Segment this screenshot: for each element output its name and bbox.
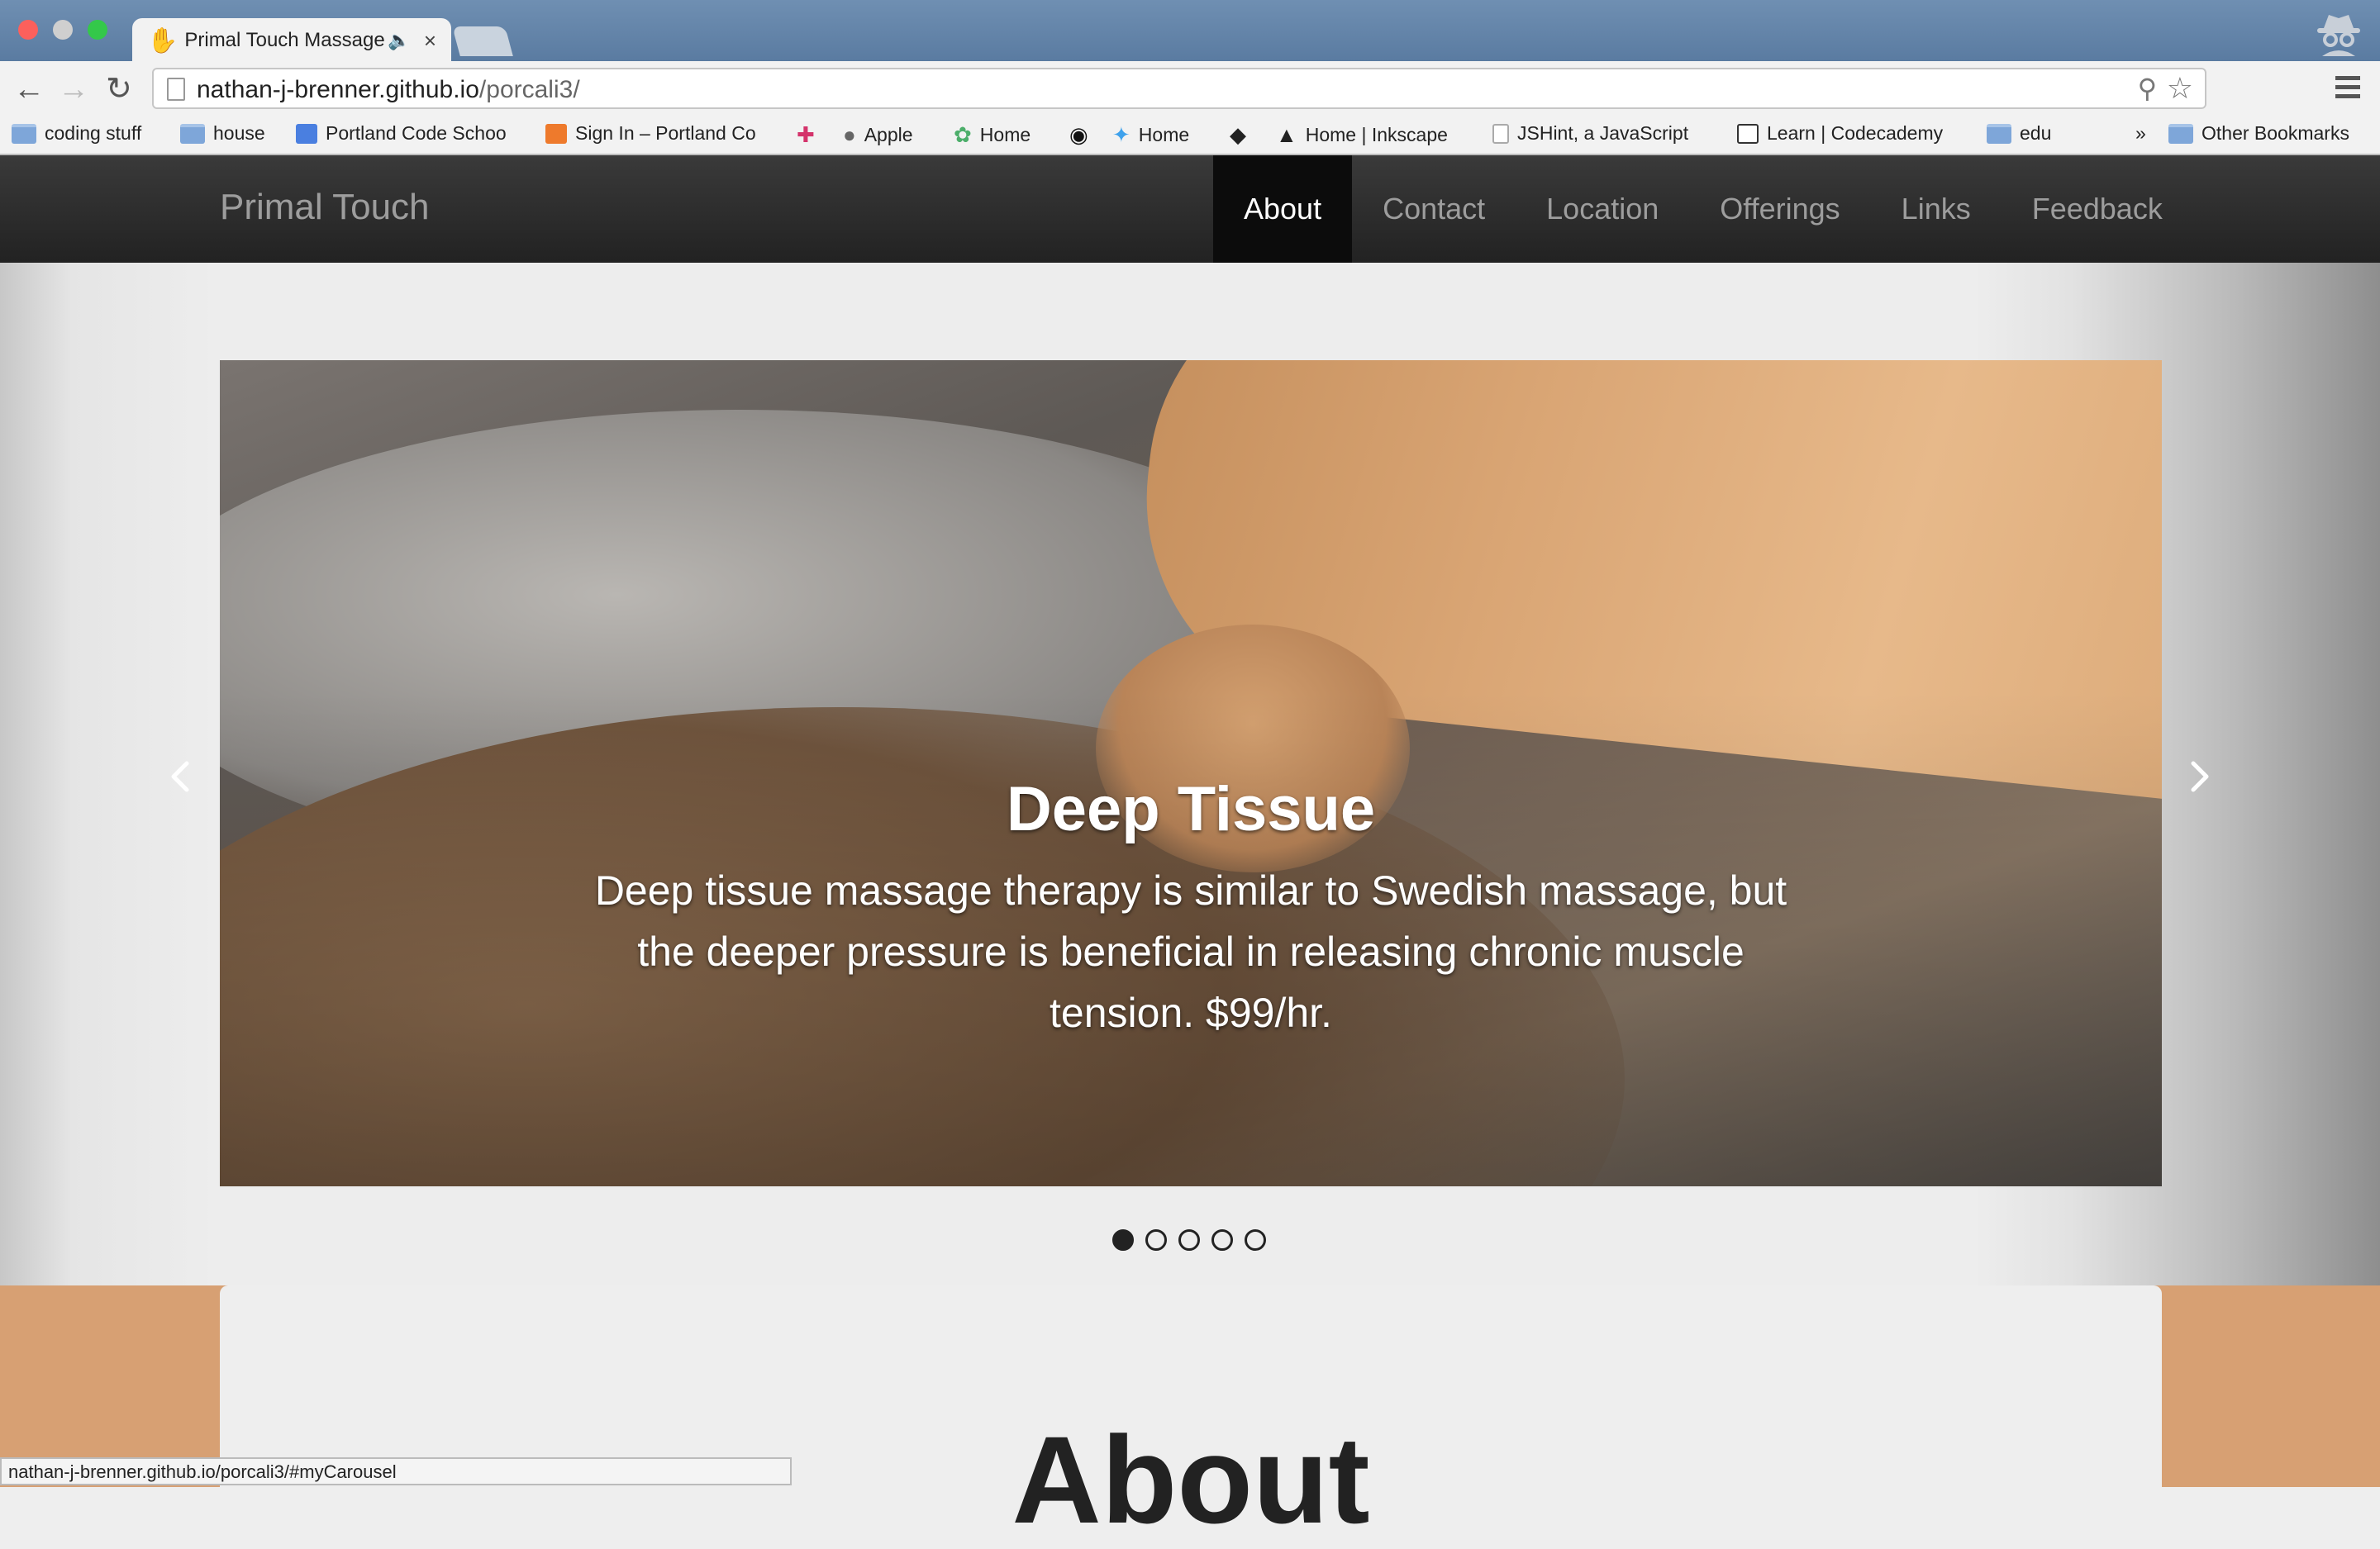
carousel-indicator[interactable] (1112, 1229, 1134, 1251)
address-bar[interactable]: nathan-j-brenner.github.io/porcali3/ ⚲ ☆ (152, 68, 2206, 109)
bookmark-item[interactable]: edu (1987, 122, 2051, 145)
carousel-indicator[interactable] (1145, 1229, 1167, 1251)
folder-icon (1987, 123, 2011, 144)
other-bookmarks[interactable]: Other Bookmarks (2168, 122, 2349, 145)
nav-location[interactable]: Location (1516, 155, 1689, 263)
bookmark-item[interactable]: house (180, 122, 265, 145)
new-tab-button[interactable] (452, 26, 513, 56)
minimize-window-button[interactable] (53, 20, 73, 40)
nav-contact[interactable]: Contact (1352, 155, 1516, 263)
page-icon (1492, 123, 1509, 144)
folder-icon (12, 123, 36, 144)
apple-icon: ● (843, 122, 856, 147)
bookmark-item[interactable]: Learn | Codecademy (1737, 122, 1943, 145)
bookmark-item[interactable]: ✚ (797, 122, 823, 148)
bookmark-item[interactable]: ◉ (1069, 122, 1097, 148)
carousel-caption: Deep Tissue Deep tissue massage therapy … (592, 773, 1790, 1043)
caption-text: Deep tissue massage therapy is similar t… (594, 867, 1787, 1036)
bookmark-item[interactable]: Portland Code Schoo (296, 122, 507, 145)
bookmark-star-icon[interactable]: ☆ (2167, 71, 2193, 106)
carousel-indicator[interactable] (1245, 1229, 1266, 1251)
tab-title: Primal Touch Massage (184, 29, 385, 51)
bookmark-item[interactable]: ▲ Home | Inkscape (1276, 122, 1448, 148)
h-icon (545, 123, 567, 144)
incognito-icon (2317, 15, 2360, 56)
bookmark-item[interactable]: ✦ Home (1112, 122, 1189, 148)
speaker-icon[interactable]: 🔈 (388, 30, 410, 51)
bookmarks-bar: coding stuff house Portland Code Schoo S… (0, 117, 2380, 155)
browser-tab[interactable]: ✋ Primal Touch Massage 🔈 × (132, 18, 451, 63)
folder-icon (180, 123, 205, 144)
inkscape-icon: ▲ (1276, 122, 1297, 147)
link-status-bar: nathan-j-brenner.github.io/porcali3/#myC… (0, 1457, 792, 1485)
close-window-button[interactable] (18, 20, 38, 40)
hand-icon: ✋ (147, 26, 178, 55)
page-icon (167, 78, 185, 101)
codecademy-icon (1737, 123, 1759, 144)
bookmark-item[interactable]: ◆ (1230, 122, 1254, 148)
caption-heading: Deep Tissue (1006, 774, 1376, 844)
twitter-icon: ✦ (1112, 122, 1130, 147)
bookmark-item[interactable]: Sign In – Portland Co (545, 122, 756, 145)
site-nav-links: About Contact Location Offerings Links F… (1213, 155, 2193, 263)
browser-menu-icon[interactable] (2335, 76, 2360, 103)
carousel-indicator[interactable] (1178, 1229, 1200, 1251)
bookmark-item[interactable]: ✿ Home (954, 122, 1031, 148)
google-icon (296, 123, 317, 144)
back-arrow-icon[interactable]: ← (13, 71, 45, 107)
nav-about[interactable]: About (1213, 155, 1353, 263)
site-navbar: Primal Touch About Contact Location Offe… (0, 155, 2380, 263)
chevron-right-icon[interactable] (2183, 752, 2216, 801)
site-brand[interactable]: Primal Touch (220, 187, 430, 228)
nav-links[interactable]: Links (1871, 155, 2002, 263)
browser-toolbar: ← → ↻ nathan-j-brenner.github.io/porcali… (0, 61, 2380, 117)
carousel-indicator[interactable] (1211, 1229, 1233, 1251)
forward-arrow-icon[interactable]: → (58, 71, 89, 107)
address-url[interactable]: nathan-j-brenner.github.io/porcali3/ (197, 76, 580, 104)
bookmark-item[interactable]: ● Apple (843, 122, 913, 148)
zoom-icon[interactable]: ⚲ (2138, 73, 2157, 104)
bookmark-item[interactable]: JSHint, a JavaScript (1492, 122, 1688, 145)
tab-close-icon[interactable]: × (424, 28, 436, 54)
reload-icon[interactable]: ↻ (106, 71, 132, 107)
gem-icon: ◆ (1230, 122, 1246, 147)
nav-offerings[interactable]: Offerings (1689, 155, 1870, 263)
slack-icon: ✚ (797, 122, 815, 147)
carousel-slide: Deep Tissue Deep tissue massage therapy … (220, 360, 2162, 1186)
bookmarks-overflow[interactable]: » (2135, 122, 2146, 145)
nav-feedback[interactable]: Feedback (2002, 155, 2193, 263)
github-icon: ◉ (1069, 122, 1088, 147)
chevron-left-icon[interactable] (164, 752, 197, 801)
bookmark-item[interactable]: coding stuff (12, 122, 141, 145)
leaf-icon: ✿ (954, 122, 972, 147)
carousel-indicators (1112, 1229, 1278, 1251)
folder-icon (2168, 123, 2193, 144)
zoom-window-button[interactable] (88, 20, 107, 40)
browser-title-bar: ✋ Primal Touch Massage 🔈 × (0, 0, 2380, 63)
